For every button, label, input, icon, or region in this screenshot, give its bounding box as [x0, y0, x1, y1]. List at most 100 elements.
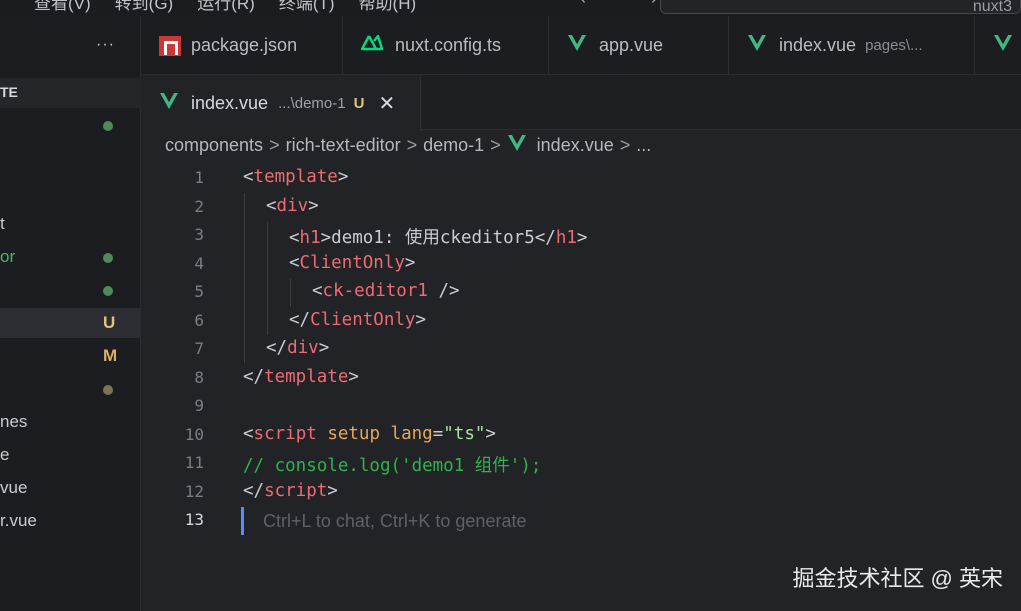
breadcrumb-item[interactable]: rich-text-editor [286, 135, 401, 156]
code-line: 7 </div> [141, 336, 1021, 365]
code-text: </script> [243, 480, 338, 501]
git-status-badge: U [103, 313, 116, 332]
line-number: 4 [194, 253, 204, 273]
menu-item-run[interactable]: 运行(R) [197, 0, 255, 14]
menu-item-view[interactable]: 查看(V) [34, 0, 91, 14]
code-line: 12 </script> [141, 479, 1021, 508]
more-actions-icon[interactable]: ··· [96, 36, 115, 54]
line-number: 6 [194, 310, 204, 330]
close-icon[interactable]: ✕ [378, 91, 395, 116]
file-tree-label: or [0, 247, 16, 266]
file-tree-item[interactable]: e [0, 440, 140, 470]
file-tree-item[interactable]: U [0, 308, 140, 338]
code-text: </template> [243, 366, 359, 387]
git-status-badge: M [103, 346, 118, 365]
file-tree-item[interactable] [0, 176, 140, 206]
file-tree-item[interactable] [0, 110, 140, 140]
chevron-right-icon: > [490, 135, 501, 155]
code-text: </ClientOnly> [289, 309, 426, 330]
menu-bar: 查看(V) 转到(G) 运行(R) 终端(T) 帮助(H) ‹ › nuxt3 [0, 0, 1021, 16]
tab-label: index.vue [779, 35, 857, 55]
menu-item-goto[interactable]: 转到(G) [115, 0, 174, 14]
menu-item-terminal[interactable]: 终端(T) [279, 0, 335, 14]
tab-pages-index-vue[interactable]: index.vue pages\... [729, 16, 975, 75]
chevron-right-icon: > [269, 135, 280, 155]
code-line: 6 </ClientOnly> [141, 308, 1021, 337]
tab-path-hint: pages\... [865, 37, 923, 54]
code-text: <ck-editor1 /> [312, 281, 460, 301]
file-tree-item[interactable]: M [0, 341, 140, 371]
file-tree-item[interactable] [0, 275, 140, 305]
editor-tabs: package.json nuxt.config.ts app.vue inde… [141, 16, 1021, 75]
code-text: <ClientOnly> [289, 252, 416, 273]
code-line: 9 [141, 393, 1021, 422]
code-line: 5 <ck-editor1 /> [141, 279, 1021, 308]
code-text: </div> [266, 338, 330, 358]
file-tree-item[interactable]: t [0, 209, 140, 239]
line-number: 2 [194, 196, 204, 216]
breadcrumb-item[interactable]: index.vue [537, 135, 614, 156]
tab-package-json[interactable]: package.json [141, 16, 343, 75]
file-tree-label: r.vue [0, 511, 37, 530]
file-tree-item[interactable] [0, 143, 140, 173]
vue-icon [747, 34, 767, 57]
command-search-box[interactable]: nuxt3 [660, 0, 1021, 15]
file-tree-item[interactable]: or [0, 242, 140, 272]
breadcrumb-item[interactable]: ... [636, 135, 651, 156]
active-tab-label: index.vue [191, 92, 269, 113]
line-number: 12 [184, 481, 204, 501]
file-tree-item[interactable] [0, 374, 140, 404]
line-number: 7 [194, 339, 204, 358]
tab-label: nuxt.config.ts [395, 35, 502, 55]
tab-nuxt-config[interactable]: nuxt.config.ts [343, 16, 549, 75]
editor-group: index.vue ...\demo-1 U ✕ components > ri… [141, 75, 1021, 611]
line-number: 10 [184, 424, 204, 444]
code-line-active[interactable]: 13 Ctrl+L to chat, Ctrl+K to generate [141, 507, 1021, 536]
line-number: 11 [184, 453, 204, 472]
tab-label: package.json [191, 35, 298, 55]
line-number: 13 [184, 510, 204, 529]
code-comment: // console.log('demo1 组件'); [243, 456, 542, 476]
git-status-dot [103, 286, 113, 296]
vue-icon [507, 134, 527, 157]
breadcrumb-item[interactable]: demo-1 [423, 135, 484, 156]
file-tree-item[interactable]: r.vue [0, 506, 140, 536]
menu-item-help[interactable]: 帮助(H) [359, 0, 417, 14]
npm-icon [159, 35, 181, 56]
untracked-badge: U [353, 94, 365, 112]
code-line: 4 <ClientOnly> [141, 251, 1021, 280]
code-text: <div> [266, 195, 319, 216]
code-text: <script setup lang="ts"> [243, 423, 496, 444]
vue-icon [159, 92, 179, 115]
code-text: <template> [243, 167, 349, 187]
code-line: 1 <template> [141, 165, 1021, 194]
tab-app-vue[interactable]: app.vue [549, 16, 729, 75]
file-tree-label: t [0, 214, 5, 233]
active-tab-path: ...\demo-1 [278, 94, 346, 112]
breadcrumb-item[interactable]: components [165, 135, 263, 156]
active-tab-index-vue[interactable]: index.vue ...\demo-1 U ✕ [141, 75, 421, 131]
explorer-section-header[interactable]: TE [0, 78, 141, 108]
line-number: 1 [194, 168, 204, 187]
line-number: 9 [194, 396, 204, 415]
file-tree-label: nes [0, 412, 28, 431]
vue-icon [567, 34, 587, 57]
code-line: 8 </template> [141, 365, 1021, 394]
git-status-dot [103, 253, 113, 263]
search-text: nuxt3 [972, 0, 1012, 15]
text-cursor [241, 507, 244, 535]
breadcrumb: components > rich-text-editor > demo-1 >… [165, 134, 651, 157]
section-title: TE [0, 84, 18, 100]
chevron-right-icon: > [619, 135, 631, 155]
vue-icon [993, 34, 1013, 57]
git-status-dot [103, 121, 113, 131]
file-tree-item[interactable]: nes [0, 407, 140, 437]
tab-label: app.vue [599, 35, 664, 55]
menu-items: 查看(V) 转到(G) 运行(R) 终端(T) 帮助(H) [34, 0, 416, 14]
watermark: 掘金技术社区 @ 英宋 [792, 566, 1003, 591]
explorer-sidebar: ··· TE t or U Mnes e vue r.vue [0, 16, 141, 611]
chevron-right-icon: > [406, 135, 418, 155]
file-tree-item[interactable]: vue [0, 473, 140, 503]
code-line: 10 <script setup lang="ts"> [141, 422, 1021, 451]
tab-overflow-vue[interactable] [975, 16, 1021, 75]
